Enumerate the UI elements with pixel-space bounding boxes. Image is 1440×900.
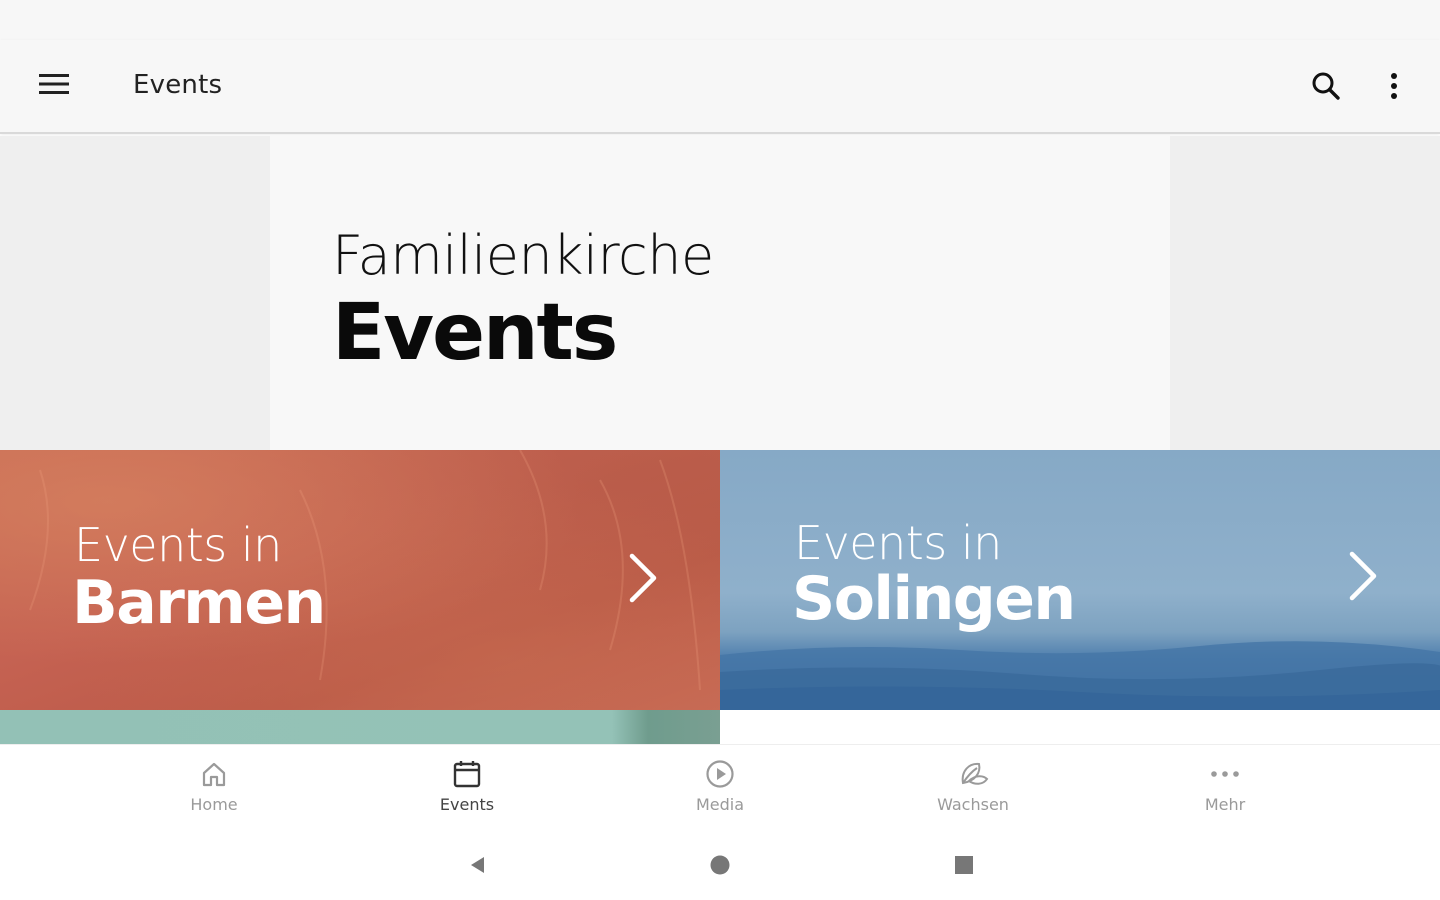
hero-card: Familienkirche Events (270, 136, 1170, 450)
app-bar-title: Events (133, 70, 223, 100)
events-solingen-tile[interactable]: Events in Solingen (720, 450, 1440, 710)
more-vertical-icon (1391, 73, 1397, 99)
system-back-button[interactable] (458, 850, 498, 880)
nav-item-media[interactable]: Media (660, 757, 780, 827)
nav-label: Wachsen (937, 795, 1009, 814)
menu-button[interactable] (30, 64, 78, 104)
chevron-right-icon (1349, 551, 1377, 601)
status-bar (0, 0, 1440, 40)
bottom-navigation: Home Events Media Wachsen Mehr (0, 744, 1440, 830)
nav-label: Home (190, 795, 238, 814)
system-navigation-bar (0, 830, 1440, 900)
home-circle-icon (710, 855, 730, 875)
search-icon (1312, 72, 1340, 100)
events-barmen-tile[interactable]: Events in Barmen (0, 450, 720, 710)
app-bar: Events (0, 40, 1440, 134)
hero-title: Events (332, 288, 618, 378)
nav-item-home[interactable]: Home (154, 757, 274, 827)
chevron-right-icon (629, 553, 657, 603)
tile-line1: Events in (794, 516, 1002, 570)
nav-item-mehr[interactable]: Mehr (1165, 757, 1285, 827)
system-recents-button[interactable] (944, 850, 984, 880)
system-home-button[interactable] (700, 850, 740, 880)
tile-location: Barmen (72, 568, 326, 638)
leaf-icon (961, 762, 989, 785)
hamburger-menu-icon (39, 74, 69, 94)
empty-area (720, 710, 1440, 744)
calendar-icon (453, 761, 481, 788)
nav-label: Mehr (1204, 795, 1246, 814)
home-icon (202, 762, 226, 787)
hero-subtitle: Familienkirche (332, 224, 714, 287)
more-horizontal-icon (1211, 771, 1239, 777)
tile-location: Solingen (792, 564, 1076, 634)
tile-line1: Events in (74, 518, 282, 572)
hero-banner: Familienkirche Events (0, 136, 1440, 450)
next-tile-preview (0, 710, 720, 744)
nav-label: Events (439, 795, 495, 814)
play-circle-icon (706, 760, 734, 788)
nav-item-wachsen[interactable]: Wachsen (913, 757, 1033, 827)
search-button[interactable] (1304, 64, 1348, 108)
recents-square-icon (955, 856, 973, 874)
nav-label: Media (695, 795, 745, 814)
overflow-menu-button[interactable] (1374, 64, 1414, 108)
nav-item-events[interactable]: Events (407, 757, 527, 827)
back-triangle-icon (471, 857, 484, 873)
